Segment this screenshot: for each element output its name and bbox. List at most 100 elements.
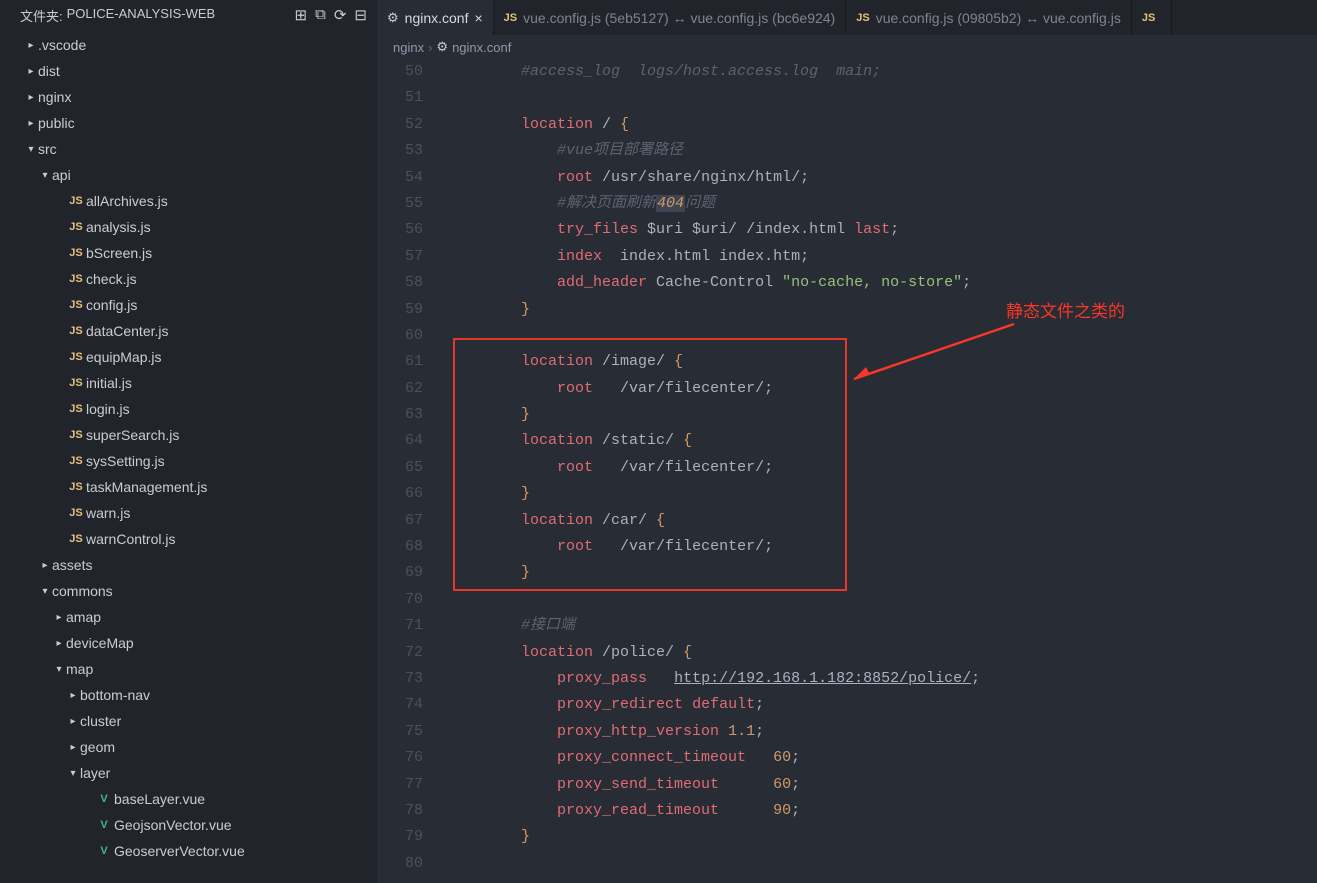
chevron-icon (66, 690, 80, 701)
line-number: 64 (377, 428, 423, 454)
code-line[interactable]: root /usr/share/nginx/html/; (449, 165, 1317, 191)
tree-item-label: public (38, 115, 75, 131)
code-line[interactable]: proxy_http_version 1.1; (449, 719, 1317, 745)
code-line[interactable]: location /image/ { (449, 349, 1317, 375)
line-number: 66 (377, 481, 423, 507)
code-area[interactable]: 静态文件之类的 #access_log logs/host.access.log… (449, 59, 1317, 883)
explorer-header: 文件夹: POLICE-ANALYSIS-WEB ⊞ ⧉ ⟳ ⊟ (0, 0, 377, 30)
tree-item-label: warn.js (86, 505, 130, 521)
js-file-icon: JS (66, 299, 86, 311)
file-tree[interactable]: .vscode distnginx public srcapiJSallArchive… (0, 30, 377, 883)
code-line[interactable]: location / { (449, 112, 1317, 138)
folder-.vscode[interactable]: .vscode (0, 32, 377, 58)
file-superSearch.js[interactable]: JSsuperSearch.js (0, 422, 377, 448)
chevron-icon (38, 170, 52, 181)
breadcrumb[interactable]: nginx › ⚙ nginx.conf (377, 35, 1317, 59)
code-line[interactable]: proxy_redirect default; (449, 692, 1317, 718)
tree-item-label: assets (52, 557, 92, 573)
file-GeoserverVector.vue[interactable]: VGeoserverVector.vue (0, 838, 377, 864)
tab-vue.config.js (09805b2) ↔ vue.config.js[interactable]: JSvue.config.js (09805b2) ↔ vue.config.j… (846, 0, 1132, 35)
folder-layer[interactable]: layer (0, 760, 377, 786)
code-line[interactable]: } (449, 481, 1317, 507)
file-warn.js[interactable]: JSwarn.js (0, 500, 377, 526)
code-line[interactable]: #解决页面刷新404问题 (449, 191, 1317, 217)
code-line[interactable]: root /var/filecenter/; (449, 376, 1317, 402)
file-allArchives.js[interactable]: JSallArchives.js (0, 188, 377, 214)
file-taskManagement.js[interactable]: JStaskManagement.js (0, 474, 377, 500)
folder-map[interactable]: map (0, 656, 377, 682)
file-bScreen.js[interactable]: JSbScreen.js (0, 240, 377, 266)
code-line[interactable]: #接口端 (449, 613, 1317, 639)
editor[interactable]: 5051525354555657585960616263646566676869… (377, 59, 1317, 883)
folder-nginx[interactable]: nginx (0, 84, 377, 110)
code-line[interactable] (449, 587, 1317, 613)
folder-dist[interactable]: dist (0, 58, 377, 84)
folder-amap[interactable]: amap (0, 604, 377, 630)
refresh-icon[interactable]: ⟳ (332, 4, 349, 26)
breadcrumb-part[interactable]: nginx (393, 40, 424, 55)
code-line[interactable]: proxy_connect_timeout 60; (449, 745, 1317, 771)
folder-bottom-nav[interactable]: bottom-nav (0, 682, 377, 708)
line-number: 72 (377, 640, 423, 666)
close-icon[interactable]: × (474, 10, 482, 26)
file-warnControl.js[interactable]: JSwarnControl.js (0, 526, 377, 552)
file-initial.js[interactable]: JSinitial.js (0, 370, 377, 396)
folder-commons[interactable]: commons (0, 578, 377, 604)
file-dataCenter.js[interactable]: JSdataCenter.js (0, 318, 377, 344)
line-number: 77 (377, 772, 423, 798)
code-line[interactable]: location /police/ { (449, 640, 1317, 666)
collapse-icon[interactable]: ⊟ (352, 4, 369, 26)
folder-geom[interactable]: geom (0, 734, 377, 760)
line-number: 73 (377, 666, 423, 692)
tree-item-label: bScreen.js (86, 245, 152, 261)
file-GeojsonVector.vue[interactable]: VGeojsonVector.vue (0, 812, 377, 838)
file-config.js[interactable]: JSconfig.js (0, 292, 377, 318)
new-file-icon[interactable]: ⊞ (293, 4, 310, 26)
code-line[interactable]: location /static/ { (449, 428, 1317, 454)
code-line[interactable]: proxy_send_timeout 60; (449, 772, 1317, 798)
editor-tabs: ⚙nginx.conf×JSvue.config.js (5eb5127) ↔ … (377, 0, 1317, 35)
folder-assets[interactable]: assets (0, 552, 377, 578)
code-line[interactable]: proxy_read_timeout 90; (449, 798, 1317, 824)
tree-item-label: sysSetting.js (86, 453, 165, 469)
annotation-text: 静态文件之类的 (1006, 299, 1125, 325)
file-login.js[interactable]: JSlogin.js (0, 396, 377, 422)
code-line[interactable]: #access_log logs/host.access.log main; (449, 59, 1317, 85)
code-line[interactable]: root /var/filecenter/; (449, 455, 1317, 481)
code-line[interactable]: root /var/filecenter/; (449, 534, 1317, 560)
line-number: 60 (377, 323, 423, 349)
folder-deviceMap[interactable]: deviceMap (0, 630, 377, 656)
code-line[interactable]: add_header Cache-Control "no-cache, no-s… (449, 270, 1317, 296)
code-line[interactable]: try_files $uri $uri/ /index.html last; (449, 217, 1317, 243)
code-line[interactable]: } (449, 824, 1317, 850)
file-baseLayer.vue[interactable]: VbaseLayer.vue (0, 786, 377, 812)
code-line[interactable]: #vue项目部署路径 (449, 138, 1317, 164)
file-sysSetting.js[interactable]: JSsysSetting.js (0, 448, 377, 474)
code-line[interactable] (449, 85, 1317, 111)
tree-item-label: .vscode (38, 37, 86, 53)
line-number: 59 (377, 297, 423, 323)
line-number: 78 (377, 798, 423, 824)
code-line[interactable]: } (449, 297, 1317, 323)
new-folder-icon[interactable]: ⧉ (313, 4, 328, 26)
tab-nginx.conf[interactable]: ⚙nginx.conf× (377, 0, 494, 35)
breadcrumb-part[interactable]: nginx.conf (452, 40, 511, 55)
chevron-icon (24, 118, 38, 129)
folder-src[interactable]: src (0, 136, 377, 162)
file-check.js[interactable]: JScheck.js (0, 266, 377, 292)
tab-vue.config.js (5eb5127) ↔ vue.config.js (bc6e924)[interactable]: JSvue.config.js (5eb5127) ↔ vue.config.j… (494, 0, 847, 35)
code-line[interactable]: } (449, 560, 1317, 586)
code-line[interactable] (449, 323, 1317, 349)
tab-label: vue.config.js (5eb5127) ↔ vue.config.js … (523, 10, 835, 26)
file-equipMap.js[interactable]: JSequipMap.js (0, 344, 377, 370)
tab-more[interactable]: JS (1132, 0, 1172, 35)
folder-public[interactable]: public (0, 110, 377, 136)
code-line[interactable] (449, 851, 1317, 877)
code-line[interactable]: index index.html index.htm; (449, 244, 1317, 270)
code-line[interactable]: location /car/ { (449, 508, 1317, 534)
folder-cluster[interactable]: cluster (0, 708, 377, 734)
file-analysis.js[interactable]: JSanalysis.js (0, 214, 377, 240)
code-line[interactable]: } (449, 402, 1317, 428)
folder-api[interactable]: api (0, 162, 377, 188)
code-line[interactable]: proxy_pass http://192.168.1.182:8852/pol… (449, 666, 1317, 692)
